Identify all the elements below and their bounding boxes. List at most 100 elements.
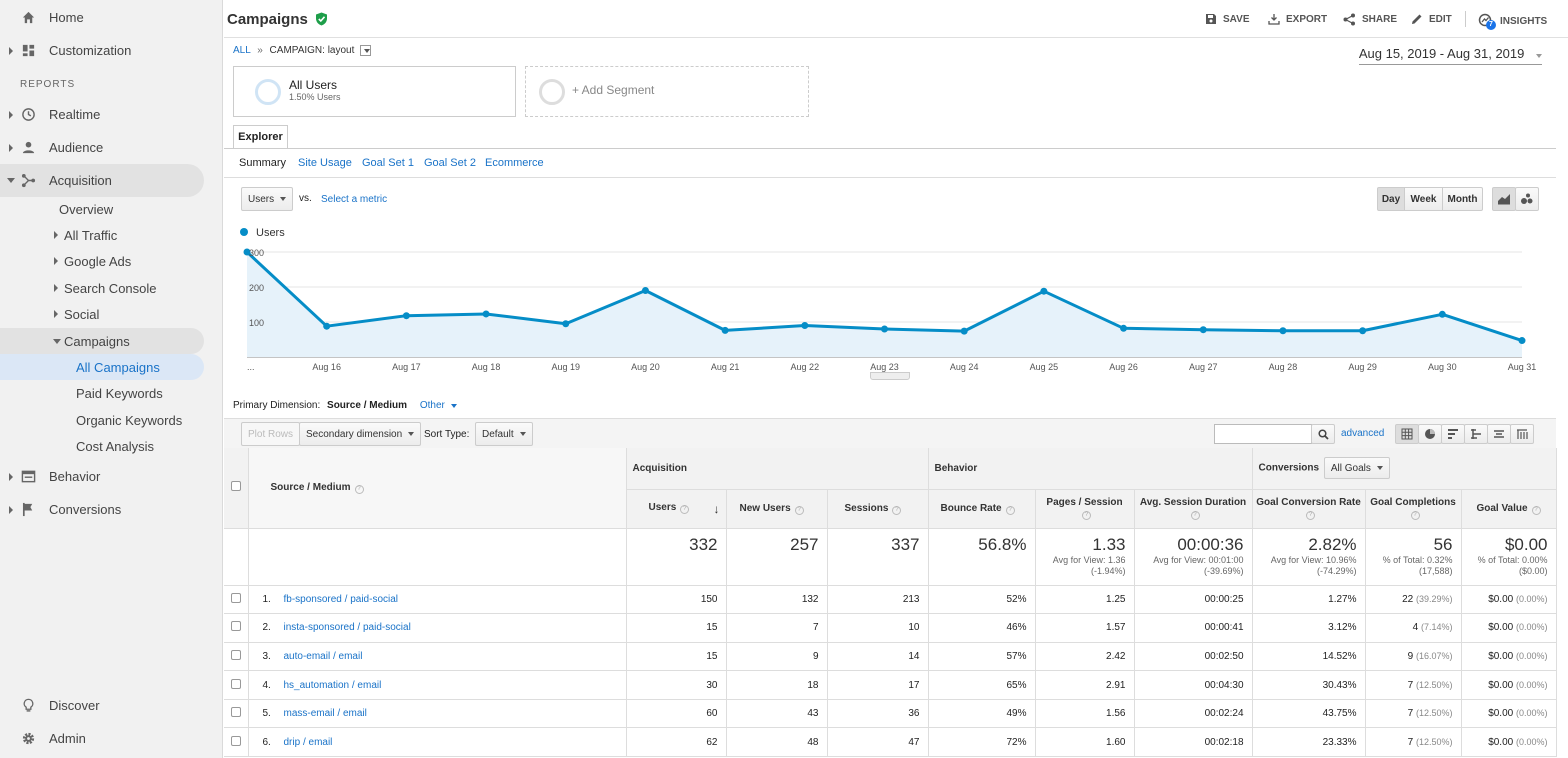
chart-point[interactable] <box>1199 326 1207 334</box>
chart-point[interactable] <box>881 325 888 333</box>
sidebar-item-discover[interactable]: Discover <box>0 689 223 722</box>
chart-point[interactable] <box>402 312 410 320</box>
select-all-checkbox[interactable] <box>230 481 241 492</box>
sidebar-item-campaigns[interactable]: Campaigns <box>0 328 204 354</box>
sidebar-item-all-traffic[interactable]: All Traffic <box>0 222 223 248</box>
sidebar-item-admin[interactable]: Admin <box>0 722 223 755</box>
column-header-users[interactable]: Users? ↓ <box>626 489 727 529</box>
sidebar-item-cost-analysis[interactable]: Cost Analysis <box>0 433 223 459</box>
sidebar-item-audience[interactable]: Audience <box>0 131 223 164</box>
chart-point[interactable] <box>960 327 968 335</box>
subtab-ecommerce[interactable]: Ecommerce <box>485 157 544 169</box>
chart-point[interactable] <box>1040 287 1048 295</box>
sidebar-item-overview[interactable]: Overview <box>0 196 223 222</box>
help-icon[interactable]: ? <box>1410 511 1420 520</box>
view-term-cloud-button[interactable] <box>1487 424 1511 444</box>
table-search-input[interactable] <box>1214 424 1312 444</box>
table-row[interactable]: 5. mass-email / email 60 43 36 49% 1.56 00:02:2… <box>224 699 1557 729</box>
chart-point[interactable] <box>641 287 649 294</box>
plot-rows-button[interactable]: Plot Rows <box>241 422 301 446</box>
subtab-summary[interactable]: Summary <box>239 157 286 169</box>
dimension-header[interactable]: Source / Medium? <box>248 448 627 529</box>
sidebar-item-behavior[interactable]: Behavior <box>0 460 223 493</box>
date-range-picker[interactable]: Aug 15, 2019 - Aug 31, 2019 <box>1358 46 1542 65</box>
add-segment-button[interactable]: + Add Segment <box>525 66 809 117</box>
motion-chart-button[interactable] <box>1515 187 1539 211</box>
sidebar-item-paid-keywords[interactable]: Paid Keywords <box>0 380 223 406</box>
table-row[interactable]: 4. hs_automation / email 30 18 17 65% 2.91 00:0… <box>224 670 1557 700</box>
save-button[interactable]: SAVE <box>1205 13 1250 25</box>
sidebar-item-all-campaigns[interactable]: All Campaigns <box>0 354 204 380</box>
period-day-button[interactable]: Day <box>1377 187 1405 211</box>
chart-point[interactable] <box>721 326 729 334</box>
period-week-button[interactable]: Week <box>1404 187 1443 211</box>
sidebar-item-google-ads[interactable]: Google Ads <box>0 248 223 274</box>
chart-point[interactable] <box>562 320 570 328</box>
help-icon[interactable]: ? <box>1531 505 1541 515</box>
chart-point[interactable] <box>1279 327 1287 335</box>
chart-point[interactable] <box>801 322 809 329</box>
column-header-pages-session[interactable]: Pages / Session? <box>1035 489 1135 529</box>
advanced-filter-link[interactable]: advanced <box>1341 428 1384 439</box>
goals-select[interactable]: All Goals <box>1323 457 1390 480</box>
insights-button[interactable]: 7 INSIGHTS <box>1478 13 1547 30</box>
view-pivot-button[interactable] <box>1510 424 1534 444</box>
view-comparison-button[interactable] <box>1464 424 1488 444</box>
breadcrumb-all-link[interactable]: ALL <box>233 45 250 56</box>
view-table-button[interactable] <box>1395 424 1419 444</box>
sidebar-item-organic-keywords[interactable]: Organic Keywords <box>0 407 223 433</box>
row-checkbox[interactable] <box>230 678 241 689</box>
column-header-bounce-rate[interactable]: Bounce Rate? <box>928 489 1036 529</box>
help-icon[interactable]: ? <box>354 484 364 494</box>
row-checkbox[interactable] <box>230 707 241 718</box>
help-icon[interactable]: ? <box>680 504 690 514</box>
help-icon[interactable]: ? <box>1306 511 1316 520</box>
sidebar-item-customization[interactable]: Customization <box>0 34 223 67</box>
source-medium-link[interactable]: mass-email / email <box>284 708 367 719</box>
row-checkbox[interactable] <box>230 592 241 603</box>
table-row[interactable]: 1. fb-sponsored / paid-social 150 132 213 52%… <box>224 585 1557 615</box>
row-checkbox[interactable] <box>230 649 241 660</box>
sort-type-select[interactable]: Default <box>475 422 533 446</box>
primary-dimension-value[interactable]: Source / Medium <box>327 400 407 411</box>
sidebar-item-home[interactable]: Home <box>0 1 223 34</box>
source-medium-link[interactable]: insta-sponsored / paid-social <box>284 622 411 633</box>
chart-point[interactable] <box>1359 327 1367 335</box>
help-icon[interactable]: ? <box>794 505 804 515</box>
period-month-button[interactable]: Month <box>1442 187 1483 211</box>
chart-point[interactable] <box>1518 337 1526 345</box>
source-medium-link[interactable]: hs_automation / email <box>284 680 382 691</box>
column-header-new-users[interactable]: New Users? <box>726 489 828 529</box>
metric-select[interactable]: Users <box>241 187 294 211</box>
other-dimension-link[interactable]: Other <box>420 400 445 411</box>
sidebar-item-social[interactable]: Social <box>0 301 223 327</box>
sidebar-item-conversions[interactable]: Conversions <box>0 493 223 526</box>
segment-all-users[interactable]: All Users 1.50% Users <box>233 66 516 117</box>
sidebar-item-acquisition[interactable]: Acquisition <box>0 164 204 197</box>
sidebar-item-realtime[interactable]: Realtime <box>0 98 223 131</box>
share-button[interactable]: SHARE <box>1343 13 1397 26</box>
table-row[interactable]: 6. drip / email 62 48 47 72% 1.60 00:02:18 23.33… <box>224 727 1557 758</box>
help-icon[interactable]: ? <box>1005 505 1015 515</box>
row-checkbox[interactable] <box>230 621 241 632</box>
source-medium-link[interactable]: auto-email / email <box>284 651 363 662</box>
chart-point[interactable] <box>1120 324 1128 332</box>
source-medium-link[interactable]: drip / email <box>284 737 333 748</box>
view-performance-button[interactable] <box>1441 424 1465 444</box>
table-search-button[interactable] <box>1311 424 1335 444</box>
help-icon[interactable]: ? <box>1190 511 1200 520</box>
chart-point[interactable] <box>1438 310 1446 318</box>
chart-point[interactable] <box>482 310 490 318</box>
column-header-avg-session-duration[interactable]: Avg. Session Duration? <box>1134 489 1253 529</box>
source-medium-link[interactable]: fb-sponsored / paid-social <box>284 594 399 605</box>
edit-button[interactable]: EDIT <box>1411 13 1452 25</box>
line-chart-button[interactable] <box>1492 187 1516 211</box>
sidebar-item-search-console[interactable]: Search Console <box>0 275 223 301</box>
column-header-goal-completions[interactable]: Goal Completions? <box>1365 489 1462 529</box>
subtab-site-usage[interactable]: Site Usage <box>298 157 352 169</box>
column-header-goal-value[interactable]: Goal Value? <box>1461 489 1557 529</box>
table-row[interactable]: 3. auto-email / email 15 9 14 57% 2.42 00:02:50… <box>224 642 1557 672</box>
column-header-sessions[interactable]: Sessions? <box>827 489 929 529</box>
row-checkbox[interactable] <box>230 735 241 746</box>
tab-explorer[interactable]: Explorer <box>233 125 288 149</box>
